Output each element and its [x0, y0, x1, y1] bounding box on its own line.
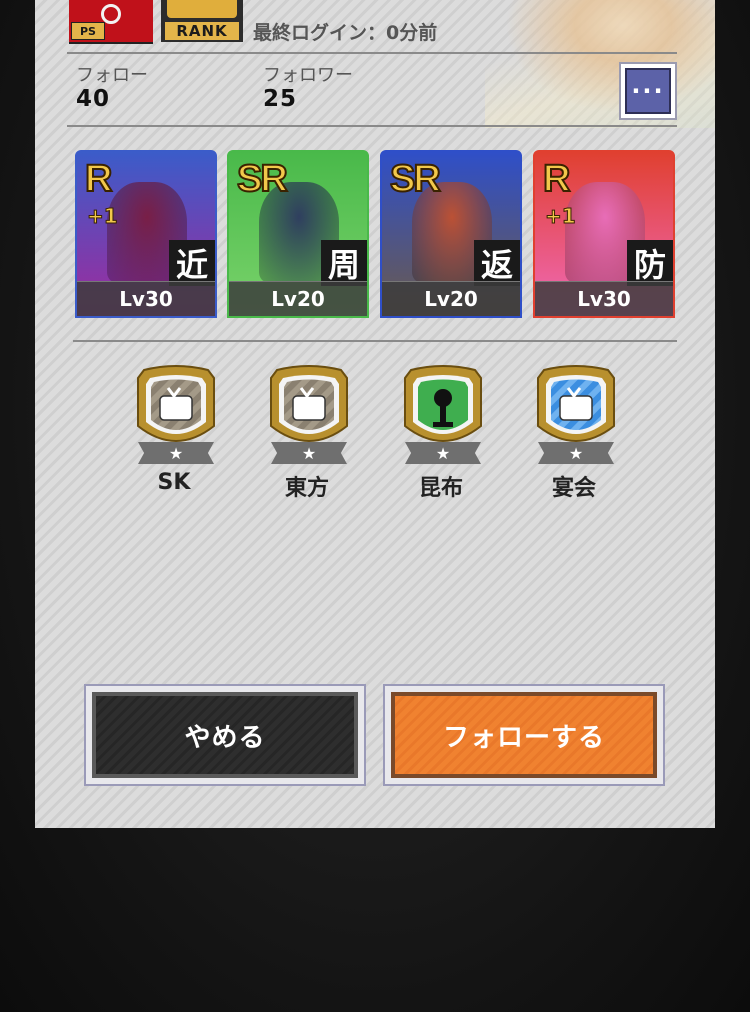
tv-icon: [159, 395, 193, 421]
card-rarity: SR: [236, 157, 289, 201]
card-level: Lv20: [382, 281, 520, 316]
card-rarity: R: [84, 157, 114, 201]
divider: [67, 52, 677, 54]
follow-button[interactable]: フォローする: [383, 684, 665, 786]
character-card[interactable]: R +1 近 Lv30: [75, 150, 217, 318]
player-avatar: PS: [69, 0, 153, 44]
cancel-button-label: やめる: [92, 692, 358, 778]
achievement-badge[interactable]: ★: [267, 364, 351, 464]
avatar-emblem: [101, 4, 121, 24]
character-card[interactable]: SR 返 Lv20: [380, 150, 522, 318]
card-plus: +1: [545, 204, 577, 229]
last-login-text: 最終ログイン：0分前: [253, 22, 438, 44]
badge-shield: [270, 365, 348, 442]
card-role: 返: [474, 240, 520, 286]
star-icon: ★: [271, 442, 347, 464]
screen: { "header": { "rank_label": "RANK", "ps_…: [0, 0, 750, 1012]
tv-icon: [559, 395, 593, 421]
more-icon: ···: [625, 68, 671, 114]
achievement-badge[interactable]: ★: [534, 364, 618, 464]
badge-shield: [137, 365, 215, 442]
cancel-button[interactable]: やめる: [84, 684, 366, 786]
divider: [73, 340, 677, 342]
follow-button-label: フォローする: [391, 692, 657, 778]
follow-label: フォロー: [76, 65, 148, 86]
card-role: 近: [169, 240, 215, 286]
follower-count: 25: [263, 86, 298, 112]
follow-count: 40: [76, 86, 111, 112]
badge-shield: [404, 365, 482, 442]
achievement-badge[interactable]: ★: [401, 364, 485, 464]
divider: [67, 125, 677, 127]
character-art: [485, 0, 715, 128]
character-card[interactable]: R +1 防 Lv30: [533, 150, 675, 318]
follower-label: フォロワー: [263, 65, 353, 86]
card-role: 防: [627, 240, 673, 286]
ps-badge: PS: [71, 22, 105, 40]
achievement-badge[interactable]: ★: [134, 364, 218, 464]
card-rarity: R: [542, 157, 572, 201]
card-role: 周: [321, 240, 367, 286]
more-menu-button[interactable]: ···: [619, 62, 677, 120]
badge-shield: [537, 365, 615, 442]
badge-label: SK: [157, 470, 191, 495]
profile-panel: PS RANK 最終ログイン：0分前 フォロー 40 フォロワー 25 ··· …: [35, 0, 715, 828]
star-icon: ★: [405, 442, 481, 464]
badge-label: 宴会: [551, 476, 596, 501]
rank-number: [167, 0, 237, 18]
character-card[interactable]: SR 周 Lv20: [227, 150, 369, 318]
rank-badge: RANK: [161, 0, 243, 42]
badge-label: 東方: [284, 476, 329, 501]
star-icon: ★: [138, 442, 214, 464]
badge-label: 昆布: [418, 476, 463, 501]
card-plus: +1: [87, 204, 119, 229]
star-icon: ★: [538, 442, 614, 464]
card-level: Lv30: [77, 281, 215, 316]
tv-icon: [292, 395, 326, 421]
card-level: Lv30: [535, 281, 673, 316]
card-rarity: SR: [389, 157, 442, 201]
rank-label: RANK: [165, 22, 239, 40]
card-level: Lv20: [229, 281, 367, 316]
